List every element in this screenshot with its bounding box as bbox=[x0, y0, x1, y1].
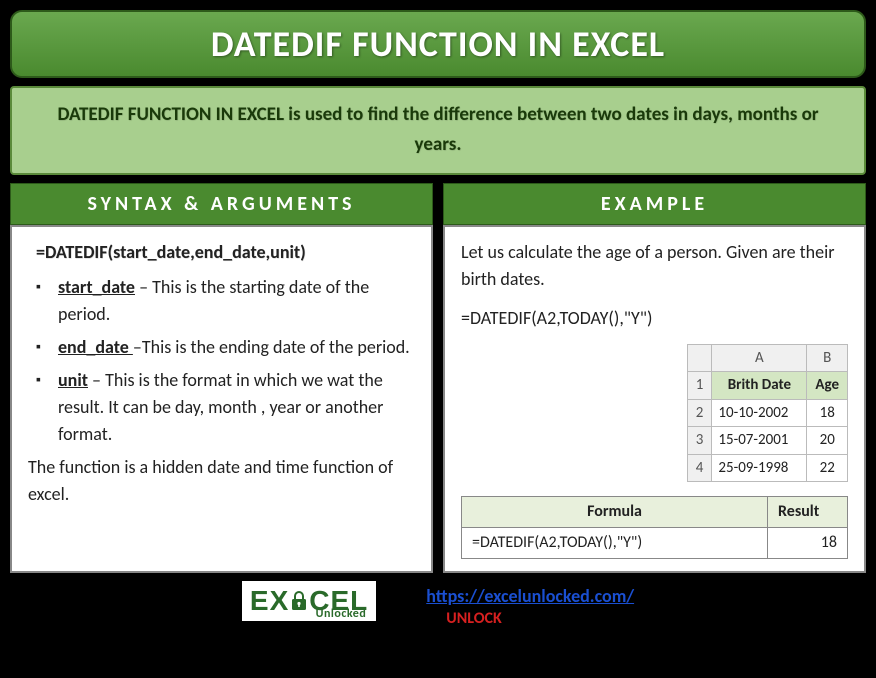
example-spreadsheet: A B 1 Brith Date Age 2 10-10-2002 18 3 1… bbox=[687, 344, 848, 483]
argument-item: end_date –This is the ending date of the… bbox=[36, 334, 415, 361]
example-formula: =DATEDIF(A2,TODAY(),"Y") bbox=[461, 305, 848, 332]
sheet-cell: 15-07-2001 bbox=[712, 427, 807, 455]
example-body: Let us calculate the age of a person. Gi… bbox=[443, 225, 866, 574]
unlock-label: UNLOCK bbox=[426, 609, 634, 628]
result-table: Formula Result =DATEDIF(A2,TODAY(),"Y") … bbox=[461, 496, 848, 559]
website-link[interactable]: https://excelunlocked.com/ bbox=[426, 585, 634, 607]
logo-subtext: Unlocked bbox=[316, 607, 367, 621]
sheet-row-num: 4 bbox=[687, 454, 712, 482]
argument-name: end_date bbox=[58, 336, 133, 358]
title-bar: DATEDIF FUNCTION IN EXCEL bbox=[10, 10, 866, 78]
sheet-cell: 10-10-2002 bbox=[712, 399, 807, 427]
sheet-col-b: B bbox=[807, 344, 848, 372]
example-column: EXAMPLE Let us calculate the age of a pe… bbox=[443, 183, 866, 574]
logo-letter-e: E bbox=[250, 585, 270, 617]
example-header: EXAMPLE bbox=[443, 183, 866, 225]
syntax-header: SYNTAX & ARGUMENTS bbox=[10, 183, 433, 225]
description-rest: is used to find the difference between t… bbox=[284, 103, 819, 156]
sheet-corner bbox=[687, 344, 712, 372]
columns: SYNTAX & ARGUMENTS =DATEDIF(start_date,e… bbox=[10, 183, 866, 574]
sheet-header-cell: Age bbox=[807, 372, 848, 400]
sheet-cell: 22 bbox=[807, 454, 848, 482]
result-value-cell: 18 bbox=[768, 528, 848, 559]
argument-item: unit – This is the format in which we wa… bbox=[36, 367, 415, 448]
argument-item: start_date – This is the starting date o… bbox=[36, 274, 415, 328]
footer-right: https://excelunlocked.com/ UNLOCK bbox=[426, 581, 634, 628]
sheet-cell: 25-09-1998 bbox=[712, 454, 807, 482]
description-strong: DATEDIF FUNCTION IN EXCEL bbox=[57, 103, 284, 126]
syntax-column: SYNTAX & ARGUMENTS =DATEDIF(start_date,e… bbox=[10, 183, 433, 574]
footer: E X CEL Unlocked https://excelunlocked.c… bbox=[10, 581, 866, 628]
result-header-value: Result bbox=[768, 497, 848, 528]
description-bar: DATEDIF FUNCTION IN EXCEL is used to fin… bbox=[10, 86, 866, 175]
sheet-cell: 20 bbox=[807, 427, 848, 455]
argument-desc: –This is the ending date of the period. bbox=[133, 336, 410, 358]
result-header-formula: Formula bbox=[462, 497, 768, 528]
syntax-formula: =DATEDIF(start_date,end_date,unit) bbox=[28, 239, 415, 266]
sheet-col-a: A bbox=[712, 344, 807, 372]
lock-icon bbox=[290, 590, 308, 612]
logo: E X CEL Unlocked bbox=[242, 581, 376, 621]
description-text: DATEDIF FUNCTION IN EXCEL is used to fin… bbox=[32, 100, 844, 161]
sheet-header-cell: Brith Date bbox=[712, 372, 807, 400]
example-intro: Let us calculate the age of a person. Gi… bbox=[461, 239, 848, 293]
sheet-cell: 18 bbox=[807, 399, 848, 427]
argument-name: unit bbox=[58, 369, 88, 391]
page-title: DATEDIF FUNCTION IN EXCEL bbox=[32, 22, 844, 66]
argument-desc: – This is the format in which we wat the… bbox=[58, 369, 383, 445]
logo-letter-x: X bbox=[270, 585, 290, 617]
syntax-note: The function is a hidden date and time f… bbox=[28, 454, 415, 508]
result-formula-cell: =DATEDIF(A2,TODAY(),"Y") bbox=[462, 528, 768, 559]
sheet-row-num: 3 bbox=[687, 427, 712, 455]
sheet-row-num: 1 bbox=[687, 372, 712, 400]
argument-name: start_date bbox=[58, 276, 135, 298]
sheet-row-num: 2 bbox=[687, 399, 712, 427]
syntax-body: =DATEDIF(start_date,end_date,unit) start… bbox=[10, 225, 433, 574]
argument-list: start_date – This is the starting date o… bbox=[28, 274, 415, 448]
